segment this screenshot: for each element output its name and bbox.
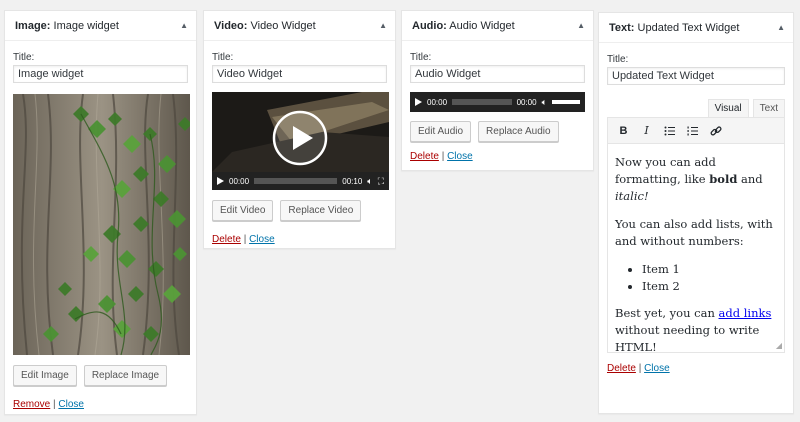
bold-text: bold — [709, 172, 738, 186]
audio-widget-header[interactable]: Audio: Audio Widget ▲ — [402, 11, 593, 41]
audio-player: 00:00 00:00 🔈︎ — [410, 92, 585, 112]
time-current: 00:00 — [229, 176, 250, 186]
video-widget: Video: Video Widget ▲ Title: 00:00 00:10… — [203, 10, 396, 249]
replace-audio-button[interactable]: Replace Audio — [478, 121, 559, 142]
ivy-bark-image — [13, 94, 190, 355]
video-actions: Edit Video Replace Video — [212, 200, 387, 221]
title-label: Title: — [13, 52, 35, 63]
time-total: 00:00 — [516, 97, 537, 107]
bullet-list-icon[interactable] — [658, 121, 681, 141]
close-link[interactable]: Close — [447, 151, 473, 162]
title-label: Title: — [212, 52, 234, 63]
editor-toolbar: B I — [608, 118, 784, 144]
title-input[interactable] — [13, 65, 188, 83]
play-icon[interactable] — [217, 177, 224, 185]
widget-name: Updated Text Widget — [637, 21, 740, 34]
image-actions: Edit Image Replace Image — [13, 365, 188, 386]
editor: B I Now you can add formatting, like bol… — [607, 117, 785, 354]
audio-actions: Edit Audio Replace Audio — [410, 121, 585, 142]
toggle-arrow-icon[interactable]: ▲ — [777, 23, 785, 32]
title-label: Title: — [410, 52, 432, 63]
widget-title: Audio: Audio Widget — [412, 20, 515, 32]
widget-type: Video: — [214, 19, 248, 32]
widget-type: Audio: — [412, 19, 447, 32]
video-frame — [212, 92, 389, 172]
widget-type: Text: — [609, 21, 635, 34]
widget-title: Text: Updated Text Widget — [609, 22, 739, 34]
tab-visual[interactable]: Visual — [707, 99, 749, 117]
volume-icon[interactable]: 🔈︎ — [367, 176, 372, 187]
paragraph: Now you can add formatting, like bold an… — [615, 154, 777, 205]
edit-video-button[interactable]: Edit Video — [212, 200, 274, 221]
bold-icon[interactable]: B — [612, 121, 635, 141]
progress-bar[interactable] — [452, 99, 512, 105]
replace-video-button[interactable]: Replace Video — [280, 200, 362, 221]
toggle-arrow-icon[interactable]: ▲ — [577, 21, 585, 30]
editor-tabs: Visual Text — [607, 99, 785, 117]
list-item: Item 1 — [642, 261, 777, 278]
replace-image-button[interactable]: Replace Image — [83, 365, 168, 386]
widget-name: Audio Widget — [449, 19, 515, 32]
title-input[interactable] — [212, 65, 387, 83]
text-widget: Text: Updated Text Widget ▲ Title: Visua… — [598, 12, 794, 414]
separator: | — [243, 234, 247, 245]
widget-title: Image: Image widget — [15, 20, 119, 32]
time-current: 00:00 — [427, 97, 448, 107]
video-player: 00:00 00:10 🔈︎ ⛶ — [212, 92, 389, 190]
progress-bar[interactable] — [254, 178, 338, 184]
text-run: and — [737, 172, 763, 186]
text-run: Now you can add formatting, like — [615, 155, 716, 186]
separator: | — [441, 151, 445, 162]
volume-slider[interactable] — [552, 100, 580, 104]
separator: | — [53, 399, 56, 410]
numbered-list-icon[interactable] — [681, 121, 704, 141]
volume-icon[interactable]: 🔈︎ — [542, 97, 547, 108]
toggle-arrow-icon[interactable]: ▲ — [180, 21, 188, 30]
content-link[interactable]: add links — [719, 306, 772, 320]
paragraph: You can also add lists, with and without… — [615, 217, 773, 248]
bullet-list: Item 1 Item 2 — [642, 261, 777, 295]
close-link[interactable]: Close — [249, 234, 275, 245]
title-input[interactable] — [410, 65, 585, 83]
list-item: Item 2 — [642, 278, 777, 295]
image-widget-header[interactable]: Image: Image widget ▲ — [5, 11, 196, 41]
image-widget: Image: Image widget ▲ Title: Image widge… — [4, 10, 197, 415]
paragraph: Best yet, you can add links without need… — [615, 305, 777, 356]
widget-name: Video Widget — [250, 19, 316, 32]
play-icon[interactable] — [415, 98, 422, 106]
widget-name: Image widget — [53, 19, 119, 32]
widget-links: Delete | Close — [410, 151, 585, 162]
text-widget-header[interactable]: Text: Updated Text Widget ▲ — [599, 13, 793, 43]
resize-handle-icon[interactable]: ◢ — [776, 341, 782, 350]
delete-link[interactable]: Delete — [212, 234, 241, 245]
fullscreen-icon[interactable]: ⛶ — [378, 176, 384, 187]
italic-text: italic! — [615, 189, 649, 203]
edit-audio-button[interactable]: Edit Audio — [410, 121, 472, 142]
title-label: Title: — [607, 54, 629, 65]
audio-widget: Audio: Audio Widget ▲ Title: 00:00 00:00… — [401, 10, 594, 171]
time-total: 00:10 — [342, 176, 363, 186]
delete-link[interactable]: Delete — [410, 151, 439, 162]
text-run: Best yet, you can — [615, 306, 719, 320]
widget-title: Video: Video Widget — [214, 20, 316, 32]
widget-links: Remove | Close — [13, 399, 188, 410]
video-controls: 00:00 00:10 🔈︎ ⛶ — [212, 172, 389, 190]
close-link[interactable]: Close — [58, 399, 84, 410]
widget-links: Delete | Close — [212, 234, 387, 245]
tab-text[interactable]: Text — [752, 99, 785, 117]
edit-image-button[interactable]: Edit Image — [13, 365, 77, 386]
title-input[interactable] — [607, 67, 785, 85]
link-icon[interactable] — [704, 121, 727, 141]
text-run: without needing to write HTML! — [615, 323, 760, 354]
video-widget-header[interactable]: Video: Video Widget ▲ — [204, 11, 395, 41]
toggle-arrow-icon[interactable]: ▲ — [379, 21, 387, 30]
italic-icon[interactable]: I — [635, 121, 658, 141]
remove-link[interactable]: Remove — [13, 399, 50, 410]
widget-type: Image: — [15, 19, 51, 32]
image-preview — [13, 94, 190, 355]
editor-content[interactable]: Now you can add formatting, like bold an… — [608, 144, 784, 373]
